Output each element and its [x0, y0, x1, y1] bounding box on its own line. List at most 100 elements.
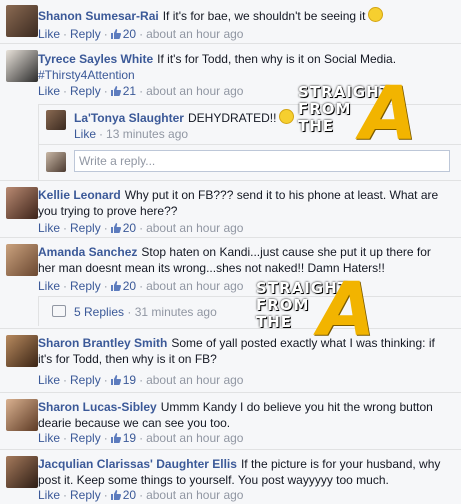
- separator: ·: [139, 373, 144, 387]
- commenter-name[interactable]: Sharon Lucas-Sibley: [38, 400, 157, 414]
- separator: ·: [139, 84, 144, 98]
- like-count[interactable]: 19: [123, 431, 136, 445]
- commenter-name[interactable]: La'Tonya Slaughter: [74, 111, 184, 125]
- comment-meta: Like · Reply · 20 · about an hour ago: [38, 487, 243, 503]
- comment-meta: Like · Reply · 20 · about an hour ago: [38, 278, 243, 294]
- timestamp[interactable]: about an hour ago: [146, 84, 243, 98]
- reply-body: DEHYDRATED!!: [187, 111, 277, 125]
- avatar[interactable]: [6, 5, 38, 37]
- like-count[interactable]: 20: [123, 27, 136, 41]
- like-link[interactable]: Like: [74, 127, 96, 141]
- like-link[interactable]: Like: [38, 431, 60, 445]
- thumbs-up-icon: [110, 279, 121, 291]
- comment-text: Kellie Leonard Why put it on FB??? send i…: [38, 187, 449, 219]
- commenter-name[interactable]: Sharon Brantley Smith: [38, 336, 167, 350]
- commenter-name[interactable]: Shanon Sumesar-Rai: [38, 9, 159, 23]
- timestamp[interactable]: about an hour ago: [146, 373, 243, 387]
- comment-text: Shanon Sumesar-Rai If it's for bae, we sh…: [38, 7, 449, 24]
- timestamp[interactable]: about an hour ago: [146, 488, 243, 502]
- replies-count[interactable]: 5 Replies: [74, 305, 124, 319]
- separator: ·: [103, 431, 108, 445]
- comment-text: Amanda Sanchez Stop haten on Kandi...just…: [38, 244, 449, 276]
- avatar[interactable]: [6, 50, 38, 82]
- like-count[interactable]: 21: [123, 84, 136, 98]
- comment-thread: Shanon Sumesar-Rai If it's for bae, we sh…: [0, 0, 461, 504]
- like-count[interactable]: 20: [123, 488, 136, 502]
- comment-body: If it's for bae, we shouldn't be seeing …: [162, 9, 366, 23]
- reply-link[interactable]: Reply: [70, 221, 101, 235]
- separator: ·: [139, 27, 144, 41]
- comment: Sharon Lucas-Sibley Ummm Kandy I do belie…: [0, 393, 461, 448]
- separator: ·: [103, 279, 108, 293]
- thumbs-up-icon: [110, 431, 121, 443]
- reply-link[interactable]: Reply: [70, 431, 101, 445]
- separator: ·: [103, 373, 108, 387]
- separator: ·: [63, 279, 68, 293]
- separator: ·: [63, 84, 68, 98]
- comment: Jacqulian Clarissas' Daughter Ellis If th…: [0, 450, 461, 504]
- avatar: [46, 152, 66, 172]
- avatar[interactable]: [6, 244, 38, 276]
- smile-emoji-icon: [368, 7, 384, 22]
- reply-meta: Like · 13 minutes ago: [74, 126, 188, 142]
- commenter-name[interactable]: Tyrece Sayles White: [38, 52, 153, 66]
- reply-link[interactable]: Reply: [70, 373, 101, 387]
- sad-emoji-icon: [279, 109, 295, 124]
- like-link[interactable]: Like: [38, 373, 60, 387]
- timestamp[interactable]: about an hour ago: [146, 279, 243, 293]
- separator: ·: [139, 431, 144, 445]
- timestamp[interactable]: 13 minutes ago: [106, 127, 188, 141]
- timestamp[interactable]: about an hour ago: [146, 27, 243, 41]
- reply-link[interactable]: Reply: [70, 27, 101, 41]
- like-link[interactable]: Like: [38, 488, 60, 502]
- avatar[interactable]: [6, 335, 38, 367]
- like-link[interactable]: Like: [38, 27, 60, 41]
- watermark-logo: STRAIGHT FROM THE A: [298, 74, 448, 164]
- separator: ·: [99, 127, 104, 141]
- watermark-letter: A: [318, 267, 377, 353]
- comment-meta: Like · Reply · 21 · about an hour ago: [38, 83, 243, 99]
- avatar[interactable]: [6, 399, 38, 431]
- thumbs-up-icon: [110, 84, 121, 96]
- reply-link[interactable]: Reply: [70, 279, 101, 293]
- separator: ·: [139, 488, 144, 502]
- avatar[interactable]: [6, 187, 38, 219]
- avatar[interactable]: [6, 456, 38, 488]
- timestamp[interactable]: about an hour ago: [146, 431, 243, 445]
- like-count[interactable]: 19: [123, 373, 136, 387]
- like-count[interactable]: 20: [123, 279, 136, 293]
- comment-meta: Like · Reply · 20 · about an hour ago: [38, 26, 243, 42]
- timestamp[interactable]: about an hour ago: [146, 221, 243, 235]
- comment-meta: Like · Reply · 20 · about an hour ago: [38, 220, 243, 236]
- separator: ·: [103, 84, 108, 98]
- like-count[interactable]: 20: [123, 221, 136, 235]
- commenter-name[interactable]: Jacqulian Clarissas' Daughter Ellis: [38, 457, 237, 471]
- separator: ·: [127, 305, 132, 319]
- separator: ·: [63, 221, 68, 235]
- reply-link[interactable]: Reply: [70, 84, 101, 98]
- separator: ·: [63, 373, 68, 387]
- separator: ·: [103, 221, 108, 235]
- thumbs-up-icon: [110, 488, 121, 500]
- like-link[interactable]: Like: [38, 279, 60, 293]
- separator: ·: [63, 488, 68, 502]
- like-link[interactable]: Like: [38, 221, 60, 235]
- watermark-letter: A: [360, 71, 419, 157]
- comment-body: If it's for Todd, then why is it on Soci…: [157, 52, 397, 66]
- hashtag-link[interactable]: #Thirsty4Attention: [38, 68, 135, 82]
- separator: ·: [139, 221, 144, 235]
- view-replies-link[interactable]: 5 Replies · 31 minutes ago: [52, 304, 217, 320]
- commenter-name[interactable]: Kellie Leonard: [38, 188, 121, 202]
- comment-text: Jacqulian Clarissas' Daughter Ellis If th…: [38, 456, 449, 488]
- commenter-name[interactable]: Amanda Sanchez: [38, 245, 137, 259]
- separator: ·: [63, 27, 68, 41]
- separator: ·: [63, 431, 68, 445]
- avatar[interactable]: [46, 110, 66, 130]
- like-link[interactable]: Like: [38, 84, 60, 98]
- comment-meta: Like · Reply · 19 · about an hour ago: [38, 372, 243, 388]
- comment-text: Sharon Lucas-Sibley Ummm Kandy I do belie…: [38, 399, 449, 431]
- reply-arrow-icon: [52, 305, 66, 317]
- separator: ·: [103, 27, 108, 41]
- separator: ·: [103, 488, 108, 502]
- reply-link[interactable]: Reply: [70, 488, 101, 502]
